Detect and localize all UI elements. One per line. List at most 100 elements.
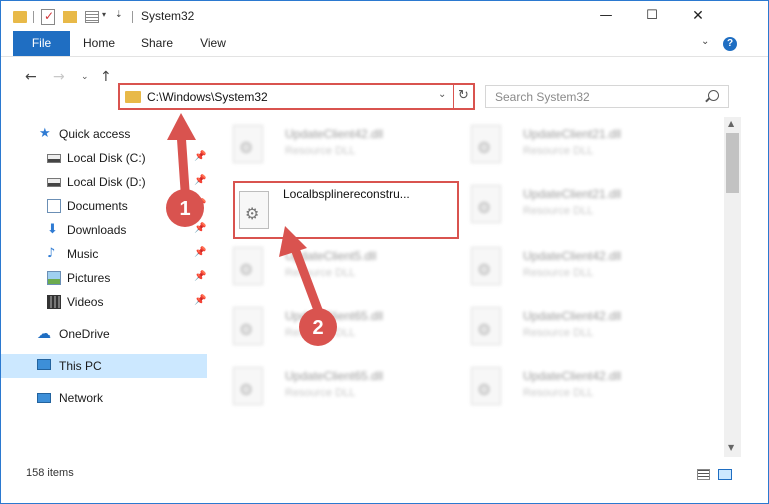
file-item[interactable]: UpdateClient21.dll Resource DLL xyxy=(451,121,681,177)
file-item[interactable]: UpdateClient21.dll Resource DLL xyxy=(451,181,681,237)
pin-icon[interactable]: 📌 xyxy=(194,151,206,162)
cloud-icon: ☁ xyxy=(37,326,51,342)
file-name: UpdateClient42.dll xyxy=(523,249,622,263)
search-icon[interactable] xyxy=(708,90,719,101)
dll-file-icon xyxy=(471,125,501,163)
tab-home[interactable]: Home xyxy=(73,31,125,56)
dll-file-icon xyxy=(233,307,263,345)
refresh-icon[interactable]: ↻ xyxy=(458,88,469,103)
file-item[interactable]: UpdateClient42.dll Resource DLL xyxy=(213,121,443,177)
toolbar-divider xyxy=(33,11,34,23)
pin-icon[interactable]: 📌 xyxy=(194,271,206,282)
view-icon[interactable] xyxy=(85,11,99,23)
dll-file-icon xyxy=(471,307,501,345)
sidebar-item-label: Videos xyxy=(67,295,104,309)
file-name: UpdateClient65.dll xyxy=(285,369,384,383)
sidebar-item-label: Music xyxy=(67,247,99,261)
maximize-button[interactable]: ☐ xyxy=(629,1,675,31)
item-count: 158 items xyxy=(26,467,74,479)
explorer-window: ▾ ⇣ System32 — ☐ ✕ File Home Share View … xyxy=(0,0,769,504)
file-name: UpdateClient42.dll xyxy=(285,127,384,141)
sidebar-item-documents[interactable]: Documents 📌 xyxy=(1,194,207,218)
star-icon: ★ xyxy=(39,126,51,141)
dll-file-icon xyxy=(233,367,263,405)
sidebar-item-music[interactable]: ♪ Music 📌 xyxy=(1,242,207,266)
pin-icon[interactable]: 📌 xyxy=(194,223,206,234)
sidebar-item-label: OneDrive xyxy=(59,327,110,341)
dll-file-icon xyxy=(233,125,263,163)
file-item[interactable]: UpdateClient5.dll Resource DLL xyxy=(213,243,443,299)
close-button[interactable]: ✕ xyxy=(675,1,721,31)
recent-locations-icon[interactable]: ⌄ xyxy=(81,72,89,82)
vertical-scrollbar[interactable]: ▲ ▼ xyxy=(724,117,741,457)
sidebar-item-local-disk-d[interactable]: Local Disk (D:) 📌 xyxy=(1,170,207,194)
highlighted-file-item[interactable]: Localbsplinereconstru... xyxy=(233,181,459,239)
pc-icon xyxy=(37,359,51,370)
navigation-pane: ★ Quick access Local Disk (C:) 📌 Local D… xyxy=(1,117,207,457)
file-type: Resource DLL xyxy=(285,327,356,339)
minimize-button[interactable]: — xyxy=(583,1,629,31)
file-item[interactable]: UpdateClient65.dll Resource DLL xyxy=(213,363,443,419)
address-path[interactable]: C:\Windows\System32 xyxy=(147,90,268,104)
up-button[interactable]: ↑ xyxy=(100,69,112,85)
large-icons-view-icon[interactable] xyxy=(718,469,732,480)
dll-file-icon xyxy=(239,191,269,229)
sidebar-item-quick-access[interactable]: ★ Quick access xyxy=(1,122,207,146)
sidebar-item-label: This PC xyxy=(59,359,102,373)
music-icon: ♪ xyxy=(47,246,56,261)
search-input[interactable]: Search System32 xyxy=(485,85,729,108)
dll-file-icon xyxy=(471,367,501,405)
expand-ribbon-icon[interactable]: ⌄ xyxy=(701,36,709,47)
file-item[interactable]: UpdateClient42.dll Resource DLL xyxy=(451,363,681,419)
address-bar[interactable]: C:\Windows\System32 ⌄ ↻ xyxy=(118,83,475,110)
sidebar-item-downloads[interactable]: ⬇ Downloads 📌 xyxy=(1,218,207,242)
tab-share[interactable]: Share xyxy=(131,31,183,56)
sidebar-item-label: Quick access xyxy=(59,127,131,141)
pin-icon[interactable]: 📌 xyxy=(194,175,206,186)
sidebar-item-label: Local Disk (D:) xyxy=(67,175,146,189)
details-view-icon[interactable] xyxy=(697,469,710,480)
window-title: System32 xyxy=(141,9,195,23)
sidebar-item-label: Documents xyxy=(67,199,128,213)
tab-file[interactable]: File xyxy=(13,31,70,56)
sidebar-item-pictures[interactable]: Pictures 📌 xyxy=(1,266,207,290)
sidebar-item-this-pc[interactable]: This PC xyxy=(1,354,207,378)
dll-file-icon xyxy=(233,247,263,285)
title-bar: ▾ ⇣ System32 — ☐ ✕ xyxy=(1,1,768,31)
sidebar-item-onedrive[interactable]: ☁ OneDrive xyxy=(1,322,207,346)
help-icon[interactable]: ? xyxy=(723,37,737,51)
downloads-icon: ⬇ xyxy=(47,222,58,237)
file-type: Resource DLL xyxy=(523,327,594,339)
sidebar-item-network[interactable]: Network xyxy=(1,386,207,410)
tab-view[interactable]: View xyxy=(187,31,239,56)
pin-icon[interactable]: 📌 xyxy=(194,199,206,210)
properties-icon[interactable] xyxy=(41,9,55,25)
sidebar-item-local-disk-c[interactable]: Local Disk (C:) 📌 xyxy=(1,146,207,170)
scroll-up-icon[interactable]: ▲ xyxy=(728,119,734,128)
sidebar-item-label: Downloads xyxy=(67,223,127,237)
sidebar-item-videos[interactable]: Videos 📌 xyxy=(1,290,207,314)
customize-toolbar-icon[interactable]: ⇣ xyxy=(115,10,123,26)
forward-button[interactable]: → xyxy=(53,69,65,85)
drive-icon xyxy=(47,178,61,187)
file-name: UpdateClient21.dll xyxy=(523,127,622,141)
scroll-down-icon[interactable]: ▼ xyxy=(728,443,734,452)
pin-icon[interactable]: 📌 xyxy=(194,295,206,306)
pictures-icon xyxy=(47,271,61,285)
back-button[interactable]: ← xyxy=(25,69,37,85)
view-dropdown-icon[interactable]: ▾ xyxy=(102,10,106,26)
pin-icon[interactable]: 📌 xyxy=(194,247,206,258)
file-name: UpdateClient42.dll xyxy=(523,309,622,323)
file-item[interactable]: UpdateClient42.dll Resource DLL xyxy=(451,243,681,299)
file-item[interactable]: UpdateClient65.dll Resource DLL xyxy=(213,303,443,359)
address-dropdown-icon[interactable]: ⌄ xyxy=(438,89,446,100)
file-name: Localbsplinereconstru... xyxy=(283,187,410,201)
file-type: Resource DLL xyxy=(523,387,594,399)
scroll-thumb[interactable] xyxy=(726,133,739,193)
new-folder-icon[interactable] xyxy=(63,11,77,23)
dll-file-icon xyxy=(471,185,501,223)
folder-icon[interactable] xyxy=(13,11,27,23)
file-item[interactable]: UpdateClient42.dll Resource DLL xyxy=(451,303,681,359)
dll-file-icon xyxy=(471,247,501,285)
drive-icon xyxy=(47,154,61,163)
